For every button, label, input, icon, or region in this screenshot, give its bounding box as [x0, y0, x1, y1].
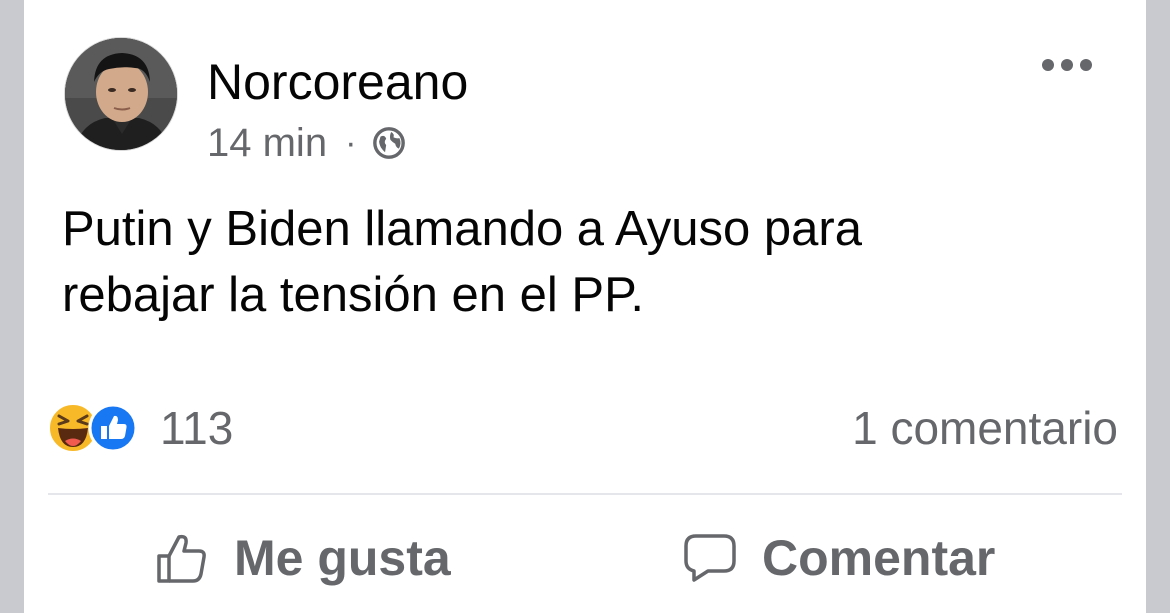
post-meta: 14 min · [207, 120, 406, 166]
comments-count[interactable]: 1 comentario [852, 402, 1118, 454]
meta-separator: · [345, 123, 357, 162]
like-icon [88, 403, 138, 453]
avatar-image [65, 38, 177, 150]
like-button-label: Me gusta [234, 530, 451, 586]
post-text: Putin y Biden llamando a Ayuso para reba… [62, 196, 1122, 328]
avatar[interactable] [64, 37, 178, 151]
post-timestamp[interactable]: 14 min [207, 121, 327, 166]
comment-button-label: Comentar [762, 530, 996, 586]
globe-icon[interactable] [372, 126, 406, 160]
like-button[interactable]: Me gusta [154, 528, 451, 588]
comment-bubble-icon [684, 534, 736, 582]
reaction-count: 113 [160, 402, 234, 454]
divider [48, 493, 1122, 495]
more-dot [1061, 59, 1073, 71]
post-card: Norcoreano 14 min · Putin y Biden llaman… [24, 0, 1146, 613]
author-name[interactable]: Norcoreano [207, 52, 468, 112]
post-text-line: Putin y Biden llamando a Ayuso para [62, 202, 862, 256]
post-text-line: rebajar la tensión en el PP. [62, 268, 645, 322]
more-options-icon[interactable] [1042, 58, 1092, 72]
thumbs-up-icon [157, 534, 206, 583]
reactions-summary[interactable]: 113 [48, 402, 233, 454]
more-dot [1080, 59, 1092, 71]
more-dot [1042, 59, 1054, 71]
comment-button[interactable]: Comentar [682, 528, 995, 588]
